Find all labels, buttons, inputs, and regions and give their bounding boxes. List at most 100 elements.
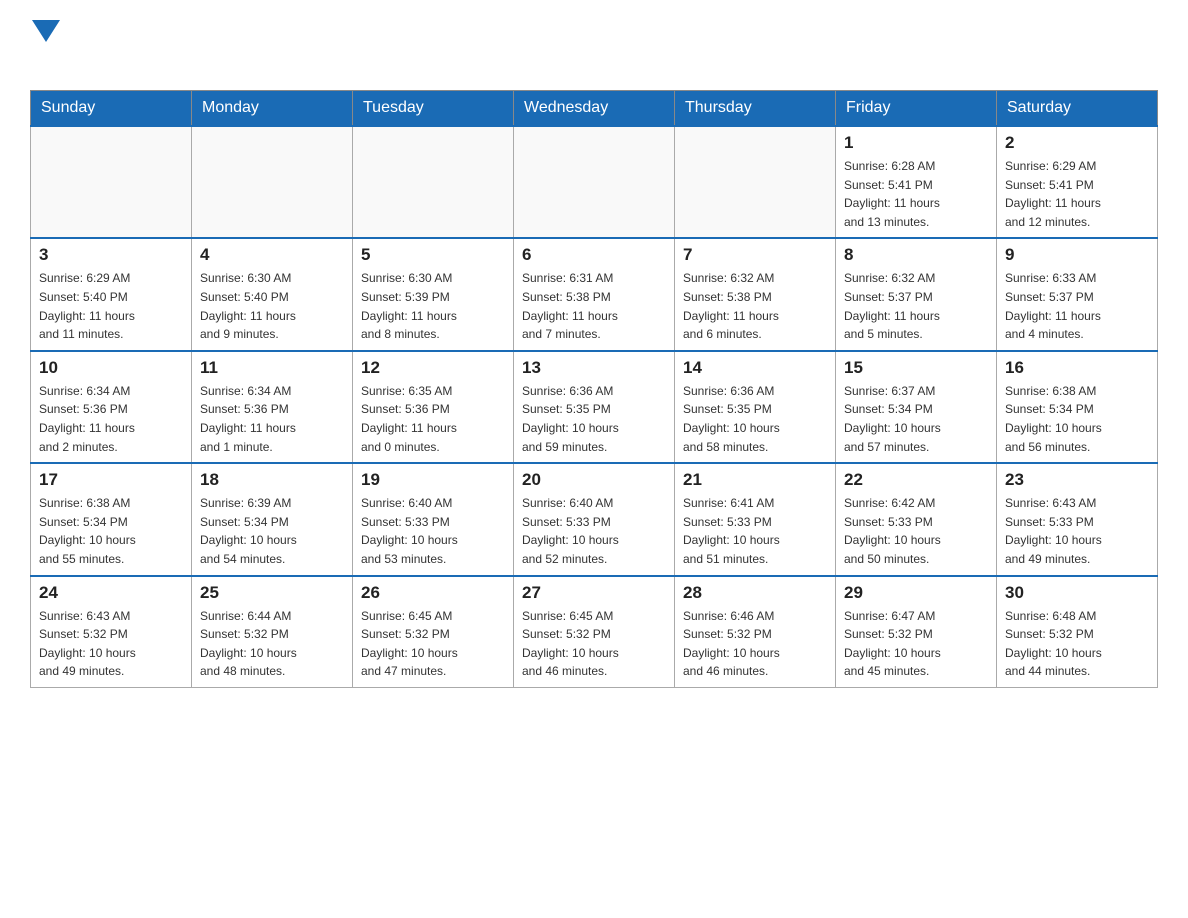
day-number: 10 [39,358,183,378]
day-number: 7 [683,245,827,265]
day-number: 5 [361,245,505,265]
calendar-cell: 9 Sunrise: 6:33 AMSunset: 5:37 PMDaylight… [997,238,1158,350]
day-info: Sunrise: 6:43 AMSunset: 5:33 PMDaylight:… [1005,494,1149,568]
day-info: Sunrise: 6:33 AMSunset: 5:37 PMDaylight:… [1005,269,1149,343]
logo [30,20,60,70]
day-info: Sunrise: 6:40 AMSunset: 5:33 PMDaylight:… [522,494,666,568]
calendar-cell: 23 Sunrise: 6:43 AMSunset: 5:33 PMDayligh… [997,463,1158,575]
day-number: 9 [1005,245,1149,265]
calendar-cell [31,126,192,238]
day-info: Sunrise: 6:38 AMSunset: 5:34 PMDaylight:… [39,494,183,568]
day-info: Sunrise: 6:46 AMSunset: 5:32 PMDaylight:… [683,607,827,681]
day-number: 16 [1005,358,1149,378]
week-row-5: 24 Sunrise: 6:43 AMSunset: 5:32 PMDayligh… [31,576,1158,688]
calendar-cell [514,126,675,238]
day-info: Sunrise: 6:45 AMSunset: 5:32 PMDaylight:… [522,607,666,681]
calendar-cell: 2 Sunrise: 6:29 AMSunset: 5:41 PMDaylight… [997,126,1158,238]
weekday-header-wednesday: Wednesday [514,91,675,127]
calendar-cell: 30 Sunrise: 6:48 AMSunset: 5:32 PMDayligh… [997,576,1158,688]
day-number: 28 [683,583,827,603]
calendar-cell: 26Sunrise: 6:45 AMSunset: 5:32 PMDayligh… [353,576,514,688]
day-info: Sunrise: 6:40 AMSunset: 5:33 PMDaylight:… [361,494,505,568]
calendar-cell: 14 Sunrise: 6:36 AMSunset: 5:35 PMDayligh… [675,351,836,463]
week-row-2: 3 Sunrise: 6:29 AMSunset: 5:40 PMDaylight… [31,238,1158,350]
day-info: Sunrise: 6:41 AMSunset: 5:33 PMDaylight:… [683,494,827,568]
page-header [30,20,1158,70]
day-number: 30 [1005,583,1149,603]
week-row-4: 17 Sunrise: 6:38 AMSunset: 5:34 PMDayligh… [31,463,1158,575]
day-number: 15 [844,358,988,378]
calendar-cell: 19Sunrise: 6:40 AMSunset: 5:33 PMDayligh… [353,463,514,575]
day-number: 8 [844,245,988,265]
day-number: 20 [522,470,666,490]
calendar-cell [353,126,514,238]
day-number: 29 [844,583,988,603]
day-info: Sunrise: 6:34 AMSunset: 5:36 PMDaylight:… [200,382,344,456]
day-info: Sunrise: 6:30 AMSunset: 5:39 PMDaylight:… [361,269,505,343]
day-number: 3 [39,245,183,265]
logo-triangle-icon [32,20,60,42]
day-info: Sunrise: 6:47 AMSunset: 5:32 PMDaylight:… [844,607,988,681]
calendar-cell: 5 Sunrise: 6:30 AMSunset: 5:39 PMDaylight… [353,238,514,350]
day-number: 14 [683,358,827,378]
day-info: Sunrise: 6:48 AMSunset: 5:32 PMDaylight:… [1005,607,1149,681]
calendar-cell: 28 Sunrise: 6:46 AMSunset: 5:32 PMDayligh… [675,576,836,688]
day-info: Sunrise: 6:29 AMSunset: 5:40 PMDaylight:… [39,269,183,343]
day-info: Sunrise: 6:28 AMSunset: 5:41 PMDaylight:… [844,157,988,231]
day-number: 17 [39,470,183,490]
calendar-cell: 17 Sunrise: 6:38 AMSunset: 5:34 PMDayligh… [31,463,192,575]
calendar-cell: 11 Sunrise: 6:34 AMSunset: 5:36 PMDayligh… [192,351,353,463]
day-number: 26 [361,583,505,603]
calendar-cell: 24 Sunrise: 6:43 AMSunset: 5:32 PMDayligh… [31,576,192,688]
day-number: 22 [844,470,988,490]
calendar-cell: 18 Sunrise: 6:39 AMSunset: 5:34 PMDayligh… [192,463,353,575]
weekday-header-sunday: Sunday [31,91,192,127]
day-info: Sunrise: 6:32 AMSunset: 5:37 PMDaylight:… [844,269,988,343]
day-number: 2 [1005,133,1149,153]
day-number: 12 [361,358,505,378]
weekday-header-tuesday: Tuesday [353,91,514,127]
day-info: Sunrise: 6:31 AMSunset: 5:38 PMDaylight:… [522,269,666,343]
day-number: 24 [39,583,183,603]
weekday-header-row: SundayMondayTuesdayWednesdayThursdayFrid… [31,91,1158,127]
day-number: 23 [1005,470,1149,490]
weekday-header-monday: Monday [192,91,353,127]
day-number: 6 [522,245,666,265]
day-info: Sunrise: 6:36 AMSunset: 5:35 PMDaylight:… [683,382,827,456]
calendar-cell: 25Sunrise: 6:44 AMSunset: 5:32 PMDayligh… [192,576,353,688]
calendar-cell: 16 Sunrise: 6:38 AMSunset: 5:34 PMDayligh… [997,351,1158,463]
day-info: Sunrise: 6:37 AMSunset: 5:34 PMDaylight:… [844,382,988,456]
calendar-cell: 10 Sunrise: 6:34 AMSunset: 5:36 PMDayligh… [31,351,192,463]
calendar-cell: 1 Sunrise: 6:28 AMSunset: 5:41 PMDaylight… [836,126,997,238]
calendar-cell: 21Sunrise: 6:41 AMSunset: 5:33 PMDayligh… [675,463,836,575]
weekday-header-saturday: Saturday [997,91,1158,127]
calendar-cell: 15 Sunrise: 6:37 AMSunset: 5:34 PMDayligh… [836,351,997,463]
calendar-cell: 22Sunrise: 6:42 AMSunset: 5:33 PMDayligh… [836,463,997,575]
day-info: Sunrise: 6:35 AMSunset: 5:36 PMDaylight:… [361,382,505,456]
day-info: Sunrise: 6:29 AMSunset: 5:41 PMDaylight:… [1005,157,1149,231]
day-number: 18 [200,470,344,490]
calendar-cell: 7 Sunrise: 6:32 AMSunset: 5:38 PMDaylight… [675,238,836,350]
calendar-cell: 8 Sunrise: 6:32 AMSunset: 5:37 PMDaylight… [836,238,997,350]
day-info: Sunrise: 6:38 AMSunset: 5:34 PMDaylight:… [1005,382,1149,456]
day-number: 13 [522,358,666,378]
day-number: 25 [200,583,344,603]
calendar-cell: 6 Sunrise: 6:31 AMSunset: 5:38 PMDaylight… [514,238,675,350]
week-row-3: 10 Sunrise: 6:34 AMSunset: 5:36 PMDayligh… [31,351,1158,463]
calendar-cell: 29 Sunrise: 6:47 AMSunset: 5:32 PMDayligh… [836,576,997,688]
calendar-cell: 12 Sunrise: 6:35 AMSunset: 5:36 PMDayligh… [353,351,514,463]
calendar-cell: 4Sunrise: 6:30 AMSunset: 5:40 PMDaylight… [192,238,353,350]
calendar-cell [675,126,836,238]
calendar-cell: 27Sunrise: 6:45 AMSunset: 5:32 PMDayligh… [514,576,675,688]
week-row-1: 1 Sunrise: 6:28 AMSunset: 5:41 PMDaylight… [31,126,1158,238]
day-info: Sunrise: 6:32 AMSunset: 5:38 PMDaylight:… [683,269,827,343]
day-number: 1 [844,133,988,153]
day-number: 11 [200,358,344,378]
day-info: Sunrise: 6:34 AMSunset: 5:36 PMDaylight:… [39,382,183,456]
day-info: Sunrise: 6:43 AMSunset: 5:32 PMDaylight:… [39,607,183,681]
calendar-cell: 3 Sunrise: 6:29 AMSunset: 5:40 PMDaylight… [31,238,192,350]
day-info: Sunrise: 6:39 AMSunset: 5:34 PMDaylight:… [200,494,344,568]
day-info: Sunrise: 6:30 AMSunset: 5:40 PMDaylight:… [200,269,344,343]
day-info: Sunrise: 6:36 AMSunset: 5:35 PMDaylight:… [522,382,666,456]
calendar-cell [192,126,353,238]
